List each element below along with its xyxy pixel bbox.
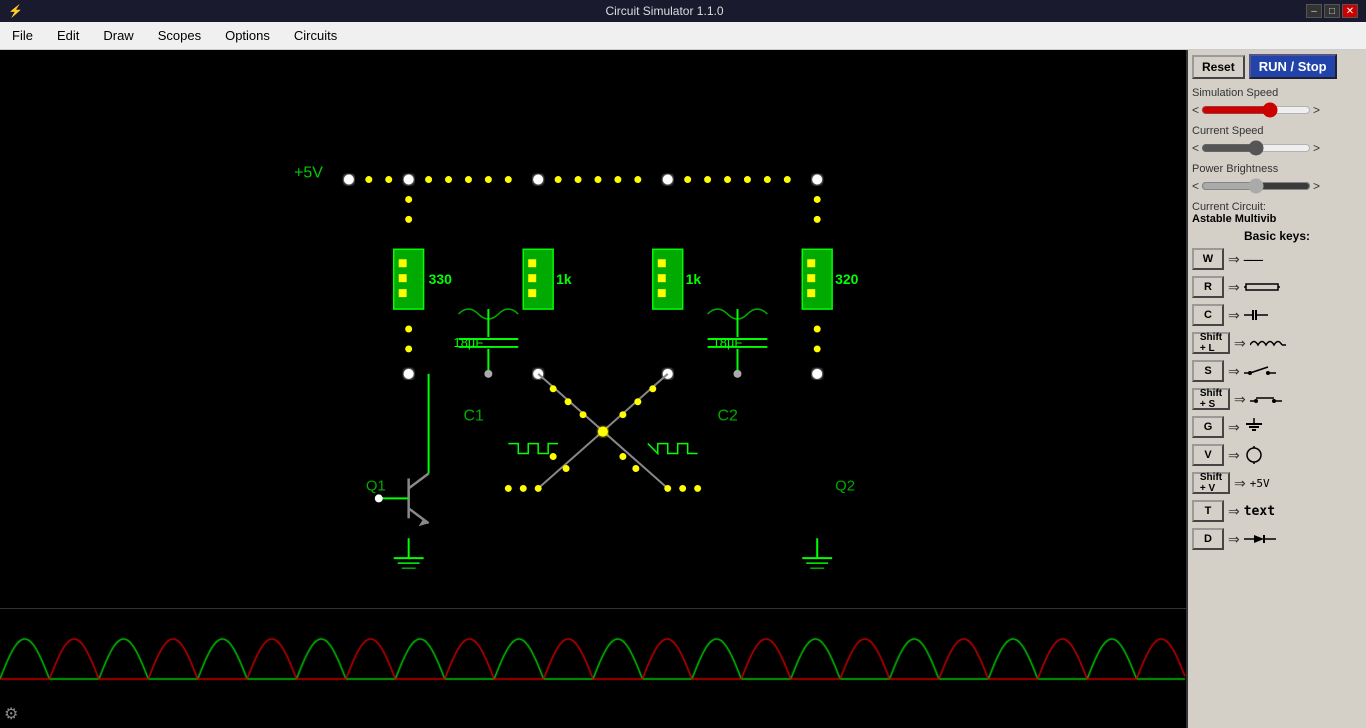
maximize-button[interactable]: □	[1324, 4, 1340, 18]
key-g[interactable]: G	[1192, 416, 1224, 438]
svg-text:+5V: +5V	[294, 165, 323, 182]
key-row-s: S ⇒	[1192, 360, 1362, 382]
sim-speed-left-arrow[interactable]: <	[1192, 103, 1199, 117]
svg-text:330: 330	[429, 271, 453, 287]
text-icon: text	[1244, 504, 1275, 519]
switch2-icon	[1250, 392, 1282, 406]
sim-speed-slider[interactable]	[1201, 106, 1311, 114]
key-row-g: G ⇒	[1192, 416, 1362, 438]
ground-icon	[1244, 418, 1264, 436]
key-t[interactable]: T	[1192, 500, 1224, 522]
menu-options[interactable]: Options	[221, 26, 274, 45]
key-row-c: C ⇒	[1192, 304, 1362, 326]
canvas-area[interactable]: +5V 330 1k	[0, 50, 1188, 728]
svg-text:18µF: 18µF	[454, 335, 484, 350]
voltage5-icon: +5V	[1250, 477, 1270, 490]
minimize-button[interactable]: –	[1306, 4, 1322, 18]
pow-bright-right-arrow[interactable]: >	[1313, 179, 1320, 193]
svg-text:320: 320	[835, 271, 859, 287]
basic-keys-title: Basic keys:	[1192, 229, 1362, 243]
svg-text:Q2: Q2	[835, 477, 855, 494]
key-row-shift-s: Shift+ S ⇒	[1192, 388, 1362, 410]
cur-speed-left-arrow[interactable]: <	[1192, 141, 1199, 155]
key-v[interactable]: V	[1192, 444, 1224, 466]
scope-area	[0, 608, 1186, 728]
menu-draw[interactable]: Draw	[99, 26, 137, 45]
pow-bright-slider[interactable]	[1201, 182, 1311, 190]
cur-speed-right-arrow[interactable]: >	[1313, 141, 1320, 155]
menu-edit[interactable]: Edit	[53, 26, 83, 45]
menubar: File Edit Draw Scopes Options Circuits	[0, 22, 1366, 50]
key-s[interactable]: S	[1192, 360, 1224, 382]
close-button[interactable]: ✕	[1342, 4, 1358, 18]
window-title: Circuit Simulator 1.1.0	[23, 4, 1306, 18]
key-row-w: W ⇒ ——	[1192, 248, 1362, 270]
settings-icon[interactable]: ⚙	[4, 704, 18, 724]
circuit-svg: +5V 330 1k	[0, 50, 1186, 608]
key-shift-s[interactable]: Shift+ S	[1192, 388, 1230, 410]
key-row-v: V ⇒	[1192, 444, 1362, 466]
key-w[interactable]: W	[1192, 248, 1224, 270]
diode-icon	[1244, 532, 1276, 546]
titlebar: ⚡ Circuit Simulator 1.1.0 – □ ✕	[0, 0, 1366, 22]
resistor-icon	[1244, 280, 1280, 294]
right-panel: Reset RUN / Stop Simulation Speed < > Cu…	[1188, 50, 1366, 728]
svg-text:1k: 1k	[556, 271, 572, 287]
run-stop-button[interactable]: RUN / Stop	[1249, 54, 1337, 79]
svg-text:18µF: 18µF	[713, 335, 743, 350]
key-d[interactable]: D	[1192, 528, 1224, 550]
key-row-shift-l: Shift+ L ⇒	[1192, 332, 1362, 354]
svg-text:C1: C1	[463, 408, 484, 425]
switch-icon	[1244, 364, 1276, 378]
menu-circuits[interactable]: Circuits	[290, 26, 341, 45]
sim-speed-right-arrow[interactable]: >	[1313, 103, 1320, 117]
key-c[interactable]: C	[1192, 304, 1224, 326]
key-row-t: T ⇒ text	[1192, 500, 1362, 522]
svg-text:Q1: Q1	[366, 477, 386, 494]
current-circuit-label: Current Circuit:	[1192, 201, 1362, 213]
sim-speed-label: Simulation Speed	[1192, 87, 1362, 99]
key-row-r: R ⇒	[1192, 276, 1362, 298]
svg-text:1k: 1k	[686, 271, 702, 287]
reset-button[interactable]: Reset	[1192, 55, 1245, 79]
pow-bright-left-arrow[interactable]: <	[1192, 179, 1199, 193]
menu-file[interactable]: File	[8, 26, 37, 45]
key-row-d: D ⇒	[1192, 528, 1362, 550]
key-row-shift-v: Shift+ V ⇒ +5V	[1192, 472, 1362, 494]
svg-text:C2: C2	[718, 408, 739, 425]
key-shift-l[interactable]: Shift+ L	[1192, 332, 1230, 354]
voltage-icon	[1244, 446, 1264, 464]
cur-speed-slider[interactable]	[1201, 144, 1311, 152]
wire-icon: ——	[1244, 250, 1263, 269]
cur-speed-label: Current Speed	[1192, 125, 1362, 137]
menu-scopes[interactable]: Scopes	[154, 26, 205, 45]
app-icon: ⚡	[8, 4, 23, 18]
circuit-name: Astable Multivib	[1192, 213, 1362, 225]
key-r[interactable]: R	[1192, 276, 1224, 298]
capacitor-icon	[1244, 308, 1268, 322]
scope-canvas	[0, 609, 1186, 728]
key-shift-v[interactable]: Shift+ V	[1192, 472, 1230, 494]
pow-bright-label: Power Brightness	[1192, 163, 1362, 175]
inductor-icon	[1250, 336, 1286, 350]
